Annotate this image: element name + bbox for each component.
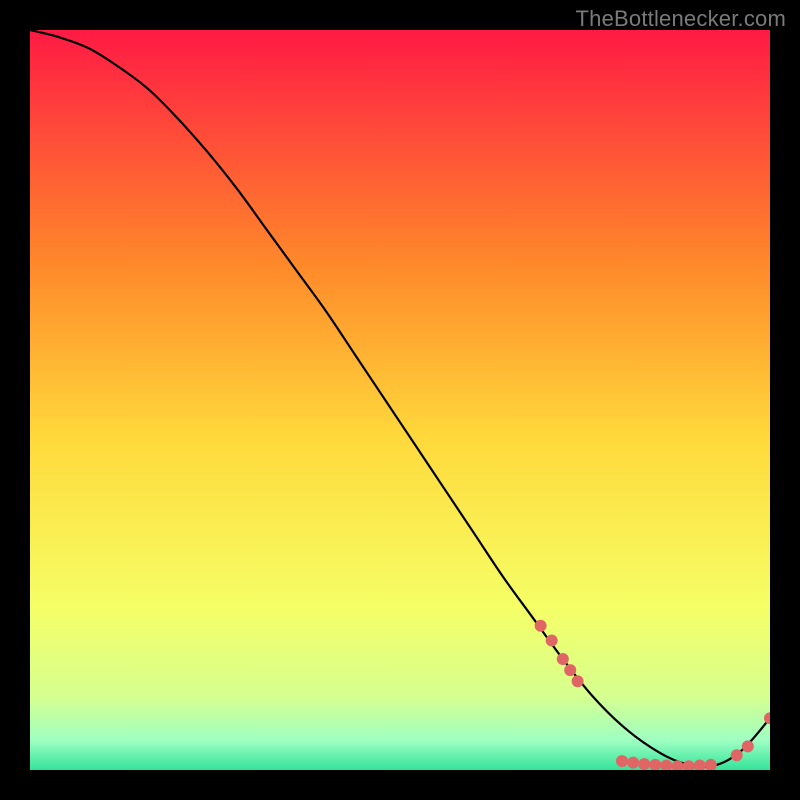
data-marker: [557, 653, 569, 665]
watermark-text: TheBottlenecker.com: [576, 6, 786, 32]
data-marker: [616, 755, 628, 767]
chart-frame: TheBottlenecker.com: [0, 0, 800, 800]
data-marker: [731, 749, 743, 761]
data-marker: [546, 635, 558, 647]
data-marker: [742, 740, 754, 752]
gradient-background: [30, 30, 770, 770]
plot-area: [30, 30, 770, 770]
chart-svg: [30, 30, 770, 770]
data-marker: [564, 664, 576, 676]
data-marker: [627, 757, 639, 769]
data-marker: [572, 675, 584, 687]
data-marker: [638, 758, 650, 770]
data-marker: [535, 620, 547, 632]
